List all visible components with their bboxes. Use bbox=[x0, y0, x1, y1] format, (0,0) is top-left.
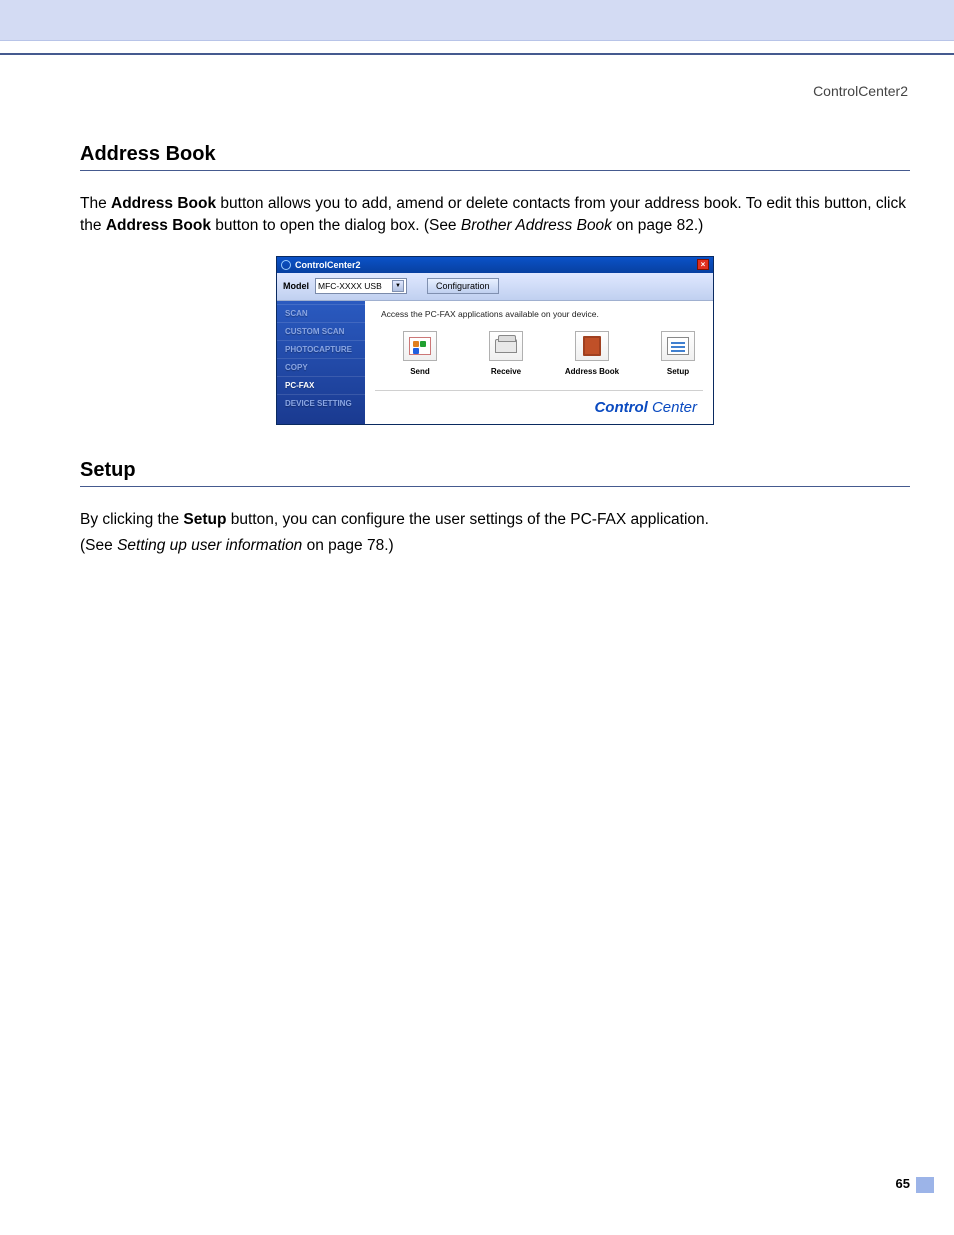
main-panel: Access the PC-FAX applications available… bbox=[365, 301, 713, 424]
control-center-logo: Control Center bbox=[375, 399, 703, 416]
send-icon bbox=[403, 331, 437, 361]
sidebar: SCAN CUSTOM SCAN PHOTOCAPTURE COPY PC-FA… bbox=[277, 301, 365, 424]
link-setting-up-user-info[interactable]: Setting up user information bbox=[117, 537, 302, 554]
text: on page 78.) bbox=[302, 537, 393, 554]
panel-description: Access the PC-FAX applications available… bbox=[381, 309, 703, 319]
send-button[interactable]: Send bbox=[395, 331, 445, 376]
top-band bbox=[0, 0, 954, 55]
window-titlebar: ControlCenter2 × bbox=[277, 257, 713, 273]
running-header: ControlCenter2 bbox=[80, 83, 910, 99]
sidebar-item-custom-scan[interactable]: CUSTOM SCAN bbox=[277, 322, 365, 340]
divider bbox=[375, 390, 703, 391]
address-book-label: Address Book bbox=[565, 367, 619, 376]
address-book-icon bbox=[575, 331, 609, 361]
setup-icon bbox=[661, 331, 695, 361]
window-title: ControlCenter2 bbox=[295, 260, 361, 270]
paragraph-address-book: The Address Book button allows you to ad… bbox=[80, 193, 910, 238]
page-number-tab bbox=[916, 1177, 934, 1193]
controlcenter2-window: ControlCenter2 × Model MFC-XXXX USB ▼ Co… bbox=[276, 256, 714, 425]
link-brother-address-book[interactable]: Brother Address Book bbox=[461, 217, 612, 234]
setup-button[interactable]: Setup bbox=[653, 331, 703, 376]
paragraph-setup-2: (See Setting up user information on page… bbox=[80, 535, 910, 557]
sidebar-item-pc-fax[interactable]: PC-FAX bbox=[277, 376, 365, 394]
text: button to open the dialog box. (See bbox=[211, 217, 461, 234]
close-button[interactable]: × bbox=[697, 259, 709, 270]
term-setup: Setup bbox=[183, 511, 226, 528]
configuration-button[interactable]: Configuration bbox=[427, 278, 499, 294]
paragraph-setup-1: By clicking the Setup button, you can co… bbox=[80, 509, 910, 531]
sidebar-item-device-setting[interactable]: DEVICE SETTING bbox=[277, 394, 365, 412]
app-icon bbox=[281, 260, 291, 270]
chevron-down-icon: ▼ bbox=[392, 280, 404, 292]
text: (See bbox=[80, 537, 117, 554]
toolbar: Model MFC-XXXX USB ▼ Configuration bbox=[277, 273, 713, 301]
text: The bbox=[80, 195, 111, 212]
term-address-book: Address Book bbox=[106, 217, 211, 234]
section-heading-address-book: Address Book bbox=[80, 143, 910, 171]
section-heading-setup: Setup bbox=[80, 459, 910, 487]
logo-light: Center bbox=[648, 399, 697, 416]
model-dropdown[interactable]: MFC-XXXX USB ▼ bbox=[315, 278, 407, 294]
send-label: Send bbox=[410, 367, 430, 376]
receive-icon bbox=[489, 331, 523, 361]
screenshot-figure: ControlCenter2 × Model MFC-XXXX USB ▼ Co… bbox=[80, 256, 910, 425]
receive-button[interactable]: Receive bbox=[481, 331, 531, 376]
sidebar-item-scan[interactable]: SCAN bbox=[277, 304, 365, 322]
receive-label: Receive bbox=[491, 367, 521, 376]
sidebar-item-copy[interactable]: COPY bbox=[277, 358, 365, 376]
term-address-book: Address Book bbox=[111, 195, 216, 212]
sidebar-item-photocapture[interactable]: PHOTOCAPTURE bbox=[277, 340, 365, 358]
page-number: 65 bbox=[896, 1176, 910, 1191]
logo-bold: Control bbox=[594, 399, 647, 416]
model-value: MFC-XXXX USB bbox=[318, 281, 382, 291]
model-label: Model bbox=[283, 281, 309, 291]
text: button, you can configure the user setti… bbox=[226, 511, 709, 528]
text: on page 82.) bbox=[612, 217, 703, 234]
address-book-button[interactable]: Address Book bbox=[567, 331, 617, 376]
text: By clicking the bbox=[80, 511, 183, 528]
top-band-fill bbox=[0, 0, 954, 41]
setup-label: Setup bbox=[667, 367, 689, 376]
